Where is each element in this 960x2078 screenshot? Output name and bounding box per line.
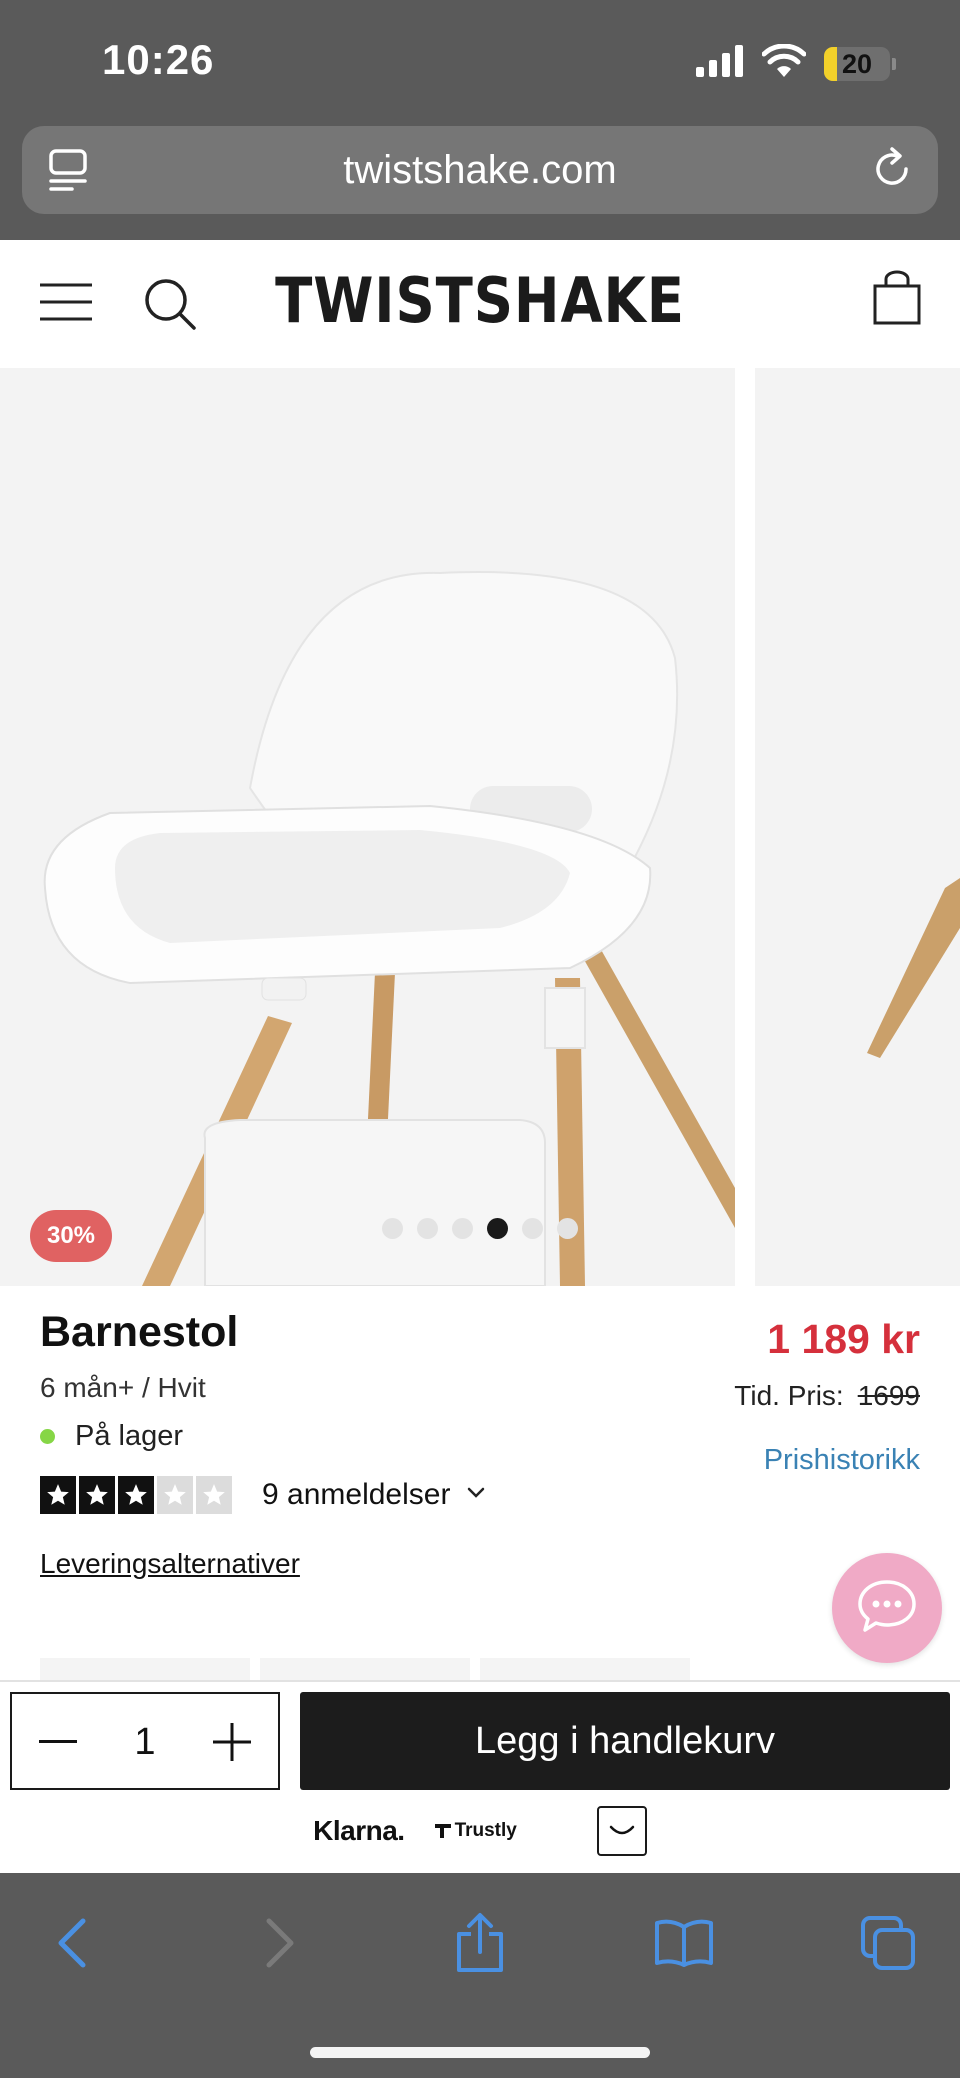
smile-logo-icon: [596, 1806, 647, 1856]
brand-logo[interactable]: TWISTSHAKE: [58, 264, 903, 337]
share-icon[interactable]: [448, 1911, 512, 1975]
price-history-link[interactable]: Prishistorikk: [764, 1444, 920, 1477]
trustly-mark-icon: [434, 1824, 451, 1838]
star-empty-icon: [157, 1476, 193, 1514]
stock-status-text: På lager: [75, 1420, 184, 1452]
site-header: TWISTSHAKE: [0, 240, 960, 368]
status-icons: 20: [696, 43, 896, 83]
next-product-image[interactable]: [755, 368, 960, 1286]
trustly-logo-text: Trustly: [454, 1820, 517, 1841]
stock-status: På lager: [40, 1420, 183, 1453]
address-bar[interactable]: twistshake.com: [22, 126, 938, 214]
cellular-signal-icon: [696, 45, 744, 82]
gallery-dot[interactable]: [417, 1218, 438, 1239]
battery-icon: 20: [824, 46, 890, 81]
klarna-logo: Klarna.: [313, 1815, 405, 1846]
high-chair-illustration: [43, 571, 735, 1286]
chat-bubble-icon: [857, 1579, 917, 1638]
reload-icon[interactable]: [870, 146, 916, 197]
battery-tip: [892, 57, 896, 70]
previous-price-label: Tid. Pris:: [734, 1380, 844, 1411]
url-text: twistshake.com: [343, 148, 617, 192]
browser-address-area: twistshake.com: [0, 120, 960, 240]
delivery-options-link[interactable]: Leveringsalternativer: [40, 1548, 300, 1580]
plus-icon: [213, 1723, 251, 1761]
chevron-down-icon[interactable]: [466, 1486, 486, 1505]
reviews-count[interactable]: 9 anmeldelser: [262, 1478, 450, 1512]
browser-toolbar: [0, 1873, 960, 2078]
forward-icon[interactable]: [248, 1911, 312, 1975]
gallery-dot[interactable]: [522, 1218, 543, 1239]
gallery-dot[interactable]: [557, 1218, 578, 1239]
star-empty-icon: [196, 1476, 232, 1514]
star-filled-icon: [118, 1476, 154, 1514]
in-stock-dot-icon: [40, 1429, 55, 1444]
status-bar: 10:26 20: [0, 0, 960, 120]
home-indicator: [310, 2047, 650, 2058]
status-time: 10:26: [102, 36, 215, 83]
thumbnail[interactable]: [260, 1658, 470, 1680]
previous-price-value: 1699: [857, 1380, 920, 1411]
back-icon[interactable]: [40, 1911, 104, 1975]
gallery-dots[interactable]: [382, 1218, 578, 1239]
thumbnail[interactable]: [480, 1658, 690, 1680]
decrease-quantity-button[interactable]: [34, 1718, 82, 1766]
chat-button[interactable]: [832, 1553, 942, 1663]
thumbnail-strip: [40, 1658, 690, 1680]
tabs-icon[interactable]: [856, 1911, 920, 1975]
previous-price: Tid. Pris: 1699: [734, 1380, 920, 1412]
add-to-cart-button[interactable]: Legg i handlekurv: [300, 1692, 950, 1790]
star-filled-icon: [40, 1476, 76, 1514]
thumbnail[interactable]: [40, 1658, 250, 1680]
discount-badge: 30%: [30, 1210, 112, 1262]
product-image[interactable]: 30%: [0, 368, 735, 1286]
rating-summary[interactable]: 9 anmeldelser: [40, 1476, 486, 1514]
product-gallery[interactable]: 30%: [0, 368, 960, 1286]
wifi-icon: [761, 43, 807, 83]
trustly-logo: Trustly: [434, 1820, 517, 1842]
bookmarks-icon[interactable]: [652, 1911, 716, 1975]
payment-logos: Klarna. Trustly: [0, 1806, 960, 1856]
shopping-bag-icon[interactable]: [872, 270, 922, 331]
chair-leg-illustration: [867, 878, 960, 1058]
battery-percentage: 20: [841, 48, 873, 79]
product-variant: 6 mån+ / Hvit: [40, 1372, 206, 1403]
gallery-dot[interactable]: [382, 1218, 403, 1239]
star-filled-icon: [79, 1476, 115, 1514]
buy-bar: 1 Legg i handlekurv Klarna. Trustly: [0, 1680, 960, 1873]
current-price: 1 189 kr: [767, 1316, 920, 1362]
gallery-dot[interactable]: [452, 1218, 473, 1239]
gallery-dot-active[interactable]: [487, 1218, 508, 1239]
increase-quantity-button[interactable]: [208, 1718, 256, 1766]
minus-icon: [39, 1740, 77, 1743]
quantity-stepper[interactable]: 1: [10, 1692, 280, 1790]
product-name: Barnestol: [40, 1308, 239, 1356]
